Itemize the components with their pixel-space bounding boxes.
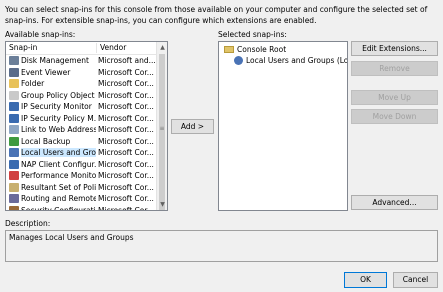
snapin-name: Local Backup (21, 136, 71, 146)
snapin-vendor: Microsoft and... (98, 56, 156, 65)
nap-icon (9, 159, 19, 169)
list-item[interactable]: Routing and Remote...Microsoft Cor... (6, 193, 156, 205)
security-config-icon (9, 205, 19, 210)
folder-icon (224, 46, 234, 53)
snapin-vendor: Microsoft Cor... (98, 102, 154, 111)
ok-button[interactable]: OK (344, 272, 387, 288)
snapin-name: Group Policy Object ... (21, 90, 96, 100)
description-text: Manages Local Users and Groups (9, 233, 134, 242)
users-icon (234, 56, 243, 65)
snapin-vendor: Microsoft Cor... (98, 113, 154, 123)
performance-icon (9, 171, 19, 180)
list-item[interactable]: Event Viewer Microsoft Cor... (6, 67, 156, 79)
list-header: Snap-in Vendor (6, 42, 167, 55)
snapin-vendor: Microsoft Cor... (98, 159, 154, 169)
link-icon (9, 125, 19, 134)
snapin-name: NAP Client Configur... (21, 159, 96, 169)
snapin-name: IP Security Monitor (21, 102, 92, 111)
snapin-vendor: Microsoft Cor... (98, 171, 154, 180)
add-button[interactable]: Add > (171, 119, 214, 134)
backup-icon (9, 136, 19, 146)
move-down-button[interactable]: Move Down (351, 109, 438, 124)
snapin-name: Link to Web Address (21, 125, 96, 134)
tree-item-label: Console Root (237, 45, 287, 54)
snapin-vendor: Microsoft Cor... (98, 79, 154, 88)
list-item[interactable]: Folder Microsoft Cor... (6, 78, 156, 90)
snapin-vendor: Microsoft Cor... (98, 194, 154, 203)
snapin-name: Performance Monitor (21, 171, 96, 180)
scroll-down-icon[interactable]: ▼ (157, 199, 167, 210)
list-item[interactable]: Security Configurati... Microsoft Cor... (6, 205, 156, 211)
tree-item-label: Local Users and Groups (Local) (246, 56, 348, 65)
folder-icon (9, 79, 19, 88)
snapin-name: Security Configurati... (21, 205, 96, 211)
rsop-icon (9, 182, 19, 192)
scroll-thumb[interactable] (159, 54, 165, 210)
column-header-snapin[interactable]: Snap-in (6, 42, 96, 54)
security-policy-icon (9, 113, 19, 123)
intro-text: You can select snap-ins for this console… (5, 5, 428, 25)
list-item[interactable]: IP Security Policy M... Microsoft Cor... (6, 113, 156, 125)
advanced-button[interactable]: Advanced... (351, 195, 438, 210)
snapin-name: Local Users and Gro... (21, 147, 96, 159)
policy-icon (9, 90, 19, 100)
snapin-name: Resultant Set of Policy (21, 182, 96, 192)
snapin-vendor: Microsoft Cor... (98, 205, 154, 211)
available-snapins-list[interactable]: Snap-in Vendor Disk Management Microsoft … (5, 41, 168, 211)
selected-snapins-tree[interactable]: Console Root Local Users and Groups (Loc… (218, 41, 348, 211)
snapin-vendor: Microsoft Cor... (98, 148, 154, 157)
list-item[interactable]: Performance Monitor Microsoft Cor... (6, 170, 156, 182)
list-item[interactable]: NAP Client Configur... Microsoft Cor... (6, 159, 156, 171)
list-item[interactable]: Link to Web Address Microsoft Cor... (6, 124, 156, 136)
list-item[interactable]: Local Backup Microsoft Cor... (6, 136, 156, 148)
users-icon (9, 148, 19, 157)
list-item[interactable]: Resultant Set of PolicyMicrosoft Cor... (6, 182, 156, 194)
snapin-vendor: Microsoft Cor... (98, 67, 154, 77)
snapin-name: Routing and Remote... (21, 194, 96, 203)
snapin-vendor: Microsoft Cor... (98, 125, 154, 134)
snapin-name: Disk Management (21, 56, 89, 65)
cancel-button[interactable]: Cancel (393, 272, 438, 288)
event-viewer-icon (9, 67, 19, 77)
snapin-name: Event Viewer (21, 67, 71, 77)
snapin-vendor: Microsoft Cor... (98, 90, 154, 100)
snapin-vendor: Microsoft Cor... (98, 182, 154, 192)
list-item[interactable]: IP Security Monitor Microsoft Cor... (6, 101, 156, 113)
move-up-button[interactable]: Move Up (351, 90, 438, 105)
scroll-up-icon[interactable]: ▲ (157, 42, 167, 53)
available-snapins-label: Available snap-ins: (5, 30, 76, 39)
routing-icon (9, 194, 19, 203)
snapin-name: IP Security Policy M... (21, 113, 96, 123)
scroll-grip-icon: ≡ (159, 125, 165, 132)
list-item[interactable]: Disk Management Microsoft and... (6, 55, 156, 67)
description-box: Manages Local Users and Groups (5, 230, 438, 262)
description-label: Description: (5, 219, 51, 228)
snapin-name: Folder (21, 79, 45, 88)
remove-button[interactable]: Remove (351, 61, 438, 76)
selected-snapins-label: Selected snap-ins: (218, 30, 287, 39)
edit-extensions-button[interactable]: Edit Extensions... (351, 41, 438, 56)
list-scrollbar[interactable]: ▲ ≡ ▼ (156, 42, 167, 210)
list-item[interactable]: Local Users and Gro... Microsoft Cor... (6, 147, 156, 159)
column-header-vendor[interactable]: Vendor (97, 42, 157, 54)
security-icon (9, 102, 19, 111)
list-item[interactable]: Group Policy Object ... Microsoft Cor... (6, 90, 156, 102)
snapin-vendor: Microsoft Cor... (98, 136, 154, 146)
disk-icon (9, 56, 19, 65)
